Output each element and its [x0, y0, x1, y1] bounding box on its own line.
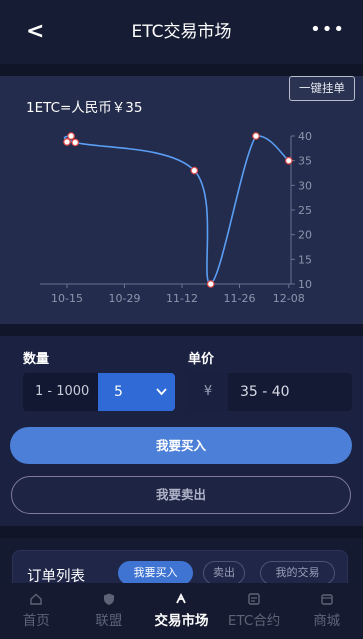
tab-home[interactable]: 首页 — [0, 583, 73, 639]
market-icon — [145, 592, 218, 609]
x-tick-label: 11-12 — [166, 292, 198, 305]
x-tick-label: 10-15 — [51, 292, 83, 305]
bottom-tab-bar: 首页 联盟 交易市场 ETC合约 商城 — [0, 583, 363, 639]
quantity-select-value: 5 — [114, 384, 123, 400]
more-menu-button[interactable]: ••• — [310, 18, 345, 42]
series-line — [63, 135, 290, 285]
y-tick-label: 10 — [298, 278, 312, 291]
header-bar: < ETC交易市场 ••• — [0, 0, 363, 64]
home-icon — [0, 592, 73, 609]
tab-buy[interactable]: 我要买入 — [118, 561, 193, 585]
unit-price-label: 单价 — [188, 352, 215, 367]
tab-etc-contract[interactable]: ETC合约 — [218, 583, 291, 639]
shop-icon — [290, 592, 363, 609]
tab-label: ETC合约 — [227, 613, 281, 629]
data-point — [63, 138, 71, 146]
tab-label: 首页 — [22, 613, 50, 629]
shield-icon — [73, 592, 146, 609]
price-range-value: 35 - 40 — [240, 384, 290, 400]
price-range-field: ¥ 35 - 40 — [188, 373, 352, 411]
divider — [0, 64, 363, 76]
x-tick-label: 10-29 — [109, 292, 141, 305]
divider — [0, 324, 363, 336]
quantity-range-field: 1 - 1000 — [23, 373, 98, 411]
sell-button[interactable]: 我要卖出 — [11, 476, 351, 514]
tab-sell[interactable]: 卖出 — [203, 561, 245, 585]
yen-icon: ¥ — [188, 373, 228, 411]
tab-label: 联盟 — [95, 613, 123, 629]
quantity-select[interactable]: 5 — [98, 373, 175, 411]
x-tick-label: 11-26 — [224, 292, 256, 305]
trade-form: 数量 单价 1 - 1000 5 ¥ 35 - 40 我要买入 我要卖出 — [0, 336, 363, 526]
divider — [0, 526, 363, 538]
y-tick-label: 30 — [298, 179, 312, 192]
tab-my-trades[interactable]: 我的交易 — [260, 561, 335, 585]
tab-alliance[interactable]: 联盟 — [73, 583, 146, 639]
price-chart-card: 一键挂单 1ETC=人民币￥35 10 15 20 25 30 35 40 10-15 10-2… — [0, 76, 363, 324]
data-point — [284, 156, 293, 165]
price-line-chart: 10 15 20 25 30 35 40 10-15 10-29 11-12 11-26 12-08 — [40, 130, 312, 305]
y-tick-label: 35 — [298, 155, 312, 168]
data-point — [67, 132, 75, 140]
y-tick-label: 20 — [298, 229, 312, 242]
x-tick-label: 12-08 — [273, 292, 305, 305]
tab-shop[interactable]: 商城 — [290, 583, 363, 639]
page-title: ETC交易市场 — [131, 22, 232, 42]
tab-label: 商城 — [313, 613, 341, 629]
data-point — [71, 138, 80, 147]
contract-icon — [218, 592, 291, 609]
data-point — [190, 166, 199, 175]
data-point — [206, 280, 215, 288]
quantity-label: 数量 — [23, 352, 50, 367]
y-tick-label: 25 — [298, 204, 312, 217]
data-point — [252, 132, 260, 140]
chevron-down-icon — [156, 373, 167, 427]
tab-label: 交易市场 — [154, 613, 209, 629]
tab-market[interactable]: 交易市场 — [145, 583, 218, 639]
y-tick-label: 15 — [298, 253, 312, 266]
y-tick-label: 40 — [298, 130, 312, 143]
buy-button[interactable]: 我要买入 — [10, 427, 352, 464]
